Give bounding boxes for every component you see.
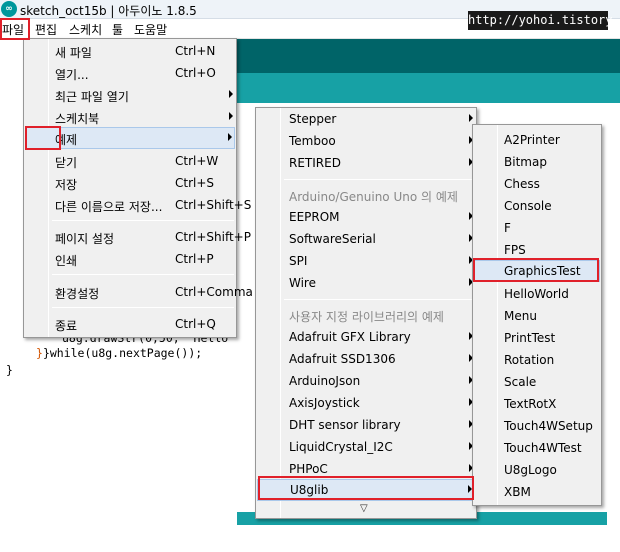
submenu-arrow-icon	[228, 133, 232, 141]
u8glib-item-scale[interactable]: Scale	[474, 371, 600, 393]
menu-item-save-as[interactable]: 다른 이름으로 저장... Ctrl+Shift+S	[25, 194, 251, 216]
arduino-logo-icon: ∞	[1, 1, 17, 17]
menu-item-close[interactable]: 닫기 Ctrl+W	[25, 150, 235, 172]
submenu-arrow-icon	[229, 90, 233, 98]
example-item-retired[interactable]: RETIRED	[257, 152, 475, 174]
window-title: sketch_oct15b | 아두이노 1.8.5	[20, 4, 197, 18]
example-item-temboo[interactable]: Temboo	[257, 130, 475, 152]
example-item-stepper[interactable]: Stepper	[257, 108, 475, 130]
menu-separator	[284, 179, 474, 180]
u8glib-item-xbm[interactable]: XBM	[474, 481, 600, 503]
example-item-dht-sensor[interactable]: DHT sensor library	[257, 414, 475, 436]
menu-separator	[52, 220, 234, 221]
example-item-eeprom[interactable]: EEPROM	[257, 206, 475, 228]
menu-item-open-recent[interactable]: 최근 파일 열기	[25, 84, 235, 106]
u8glib-item-rotation[interactable]: Rotation	[474, 349, 600, 371]
submenu-arrow-icon	[229, 112, 233, 120]
code-line-3: }	[6, 363, 13, 377]
menu-help[interactable]: 도움말	[134, 21, 167, 38]
toolbar-background	[237, 39, 620, 73]
u8glib-item-graphicstest[interactable]: GraphicsTest	[474, 260, 600, 282]
u8glib-item-printtest[interactable]: PrintTest	[474, 327, 600, 349]
menu-sketch[interactable]: 스케치	[69, 21, 102, 38]
example-item-wire[interactable]: Wire	[257, 272, 475, 294]
menu-item-sketchbook[interactable]: 스케치북	[25, 106, 235, 128]
u8glib-item-console[interactable]: Console	[474, 195, 600, 217]
watermark-url: http://yohoi.tistory.com	[468, 11, 620, 30]
u8glib-item-f[interactable]: F	[474, 217, 600, 239]
menu-item-quit[interactable]: 종료 Ctrl+Q	[25, 313, 235, 335]
u8glib-item-touch4wtest[interactable]: Touch4WTest	[474, 437, 600, 459]
menu-file[interactable]: 파일	[2, 21, 24, 38]
u8glib-item-a2printer[interactable]: A2Printer	[474, 129, 600, 151]
tab-bar-background	[237, 73, 620, 103]
u8glib-menu: A2Printer Bitmap Chess Console F FPS Gra…	[472, 124, 602, 506]
example-item-adafruit-ssd1306[interactable]: Adafruit SSD1306	[257, 348, 475, 370]
u8glib-item-textrotx[interactable]: TextRotX	[474, 393, 600, 415]
menu-item-save[interactable]: 저장 Ctrl+S	[25, 172, 235, 194]
u8glib-item-fps[interactable]: FPS	[474, 239, 600, 261]
menu-separator	[52, 274, 234, 275]
u8glib-item-menu[interactable]: Menu	[474, 305, 600, 327]
example-item-axisjoystick[interactable]: AxisJoystick	[257, 392, 475, 414]
section-board-examples: Arduino/Genuino Uno 의 예제	[289, 190, 458, 204]
menu-item-open[interactable]: 열기... Ctrl+O	[25, 62, 235, 84]
section-custom-libraries: 사용자 지정 라이브러리의 예제	[289, 310, 444, 324]
menu-item-preferences[interactable]: 환경설정 Ctrl+Comma	[25, 281, 253, 303]
menu-item-page-setup[interactable]: 페이지 설정 Ctrl+Shift+P	[25, 226, 251, 248]
u8glib-item-chess[interactable]: Chess	[474, 173, 600, 195]
u8glib-item-bitmap[interactable]: Bitmap	[474, 151, 600, 173]
menu-tools[interactable]: 툴	[112, 21, 123, 38]
menu-separator	[284, 299, 474, 300]
example-item-adafruit-gfx[interactable]: Adafruit GFX Library	[257, 326, 475, 348]
examples-menu: Stepper Temboo RETIRED Arduino/Genuino U…	[255, 107, 477, 519]
example-item-spi[interactable]: SPI	[257, 250, 475, 272]
u8glib-item-helloworld[interactable]: HelloWorld	[474, 283, 600, 305]
u8glib-item-touch4wsetup[interactable]: Touch4WSetup	[474, 415, 600, 437]
code-line-2: }}while(u8g.nextPage());	[36, 346, 203, 360]
menu-separator	[52, 307, 234, 308]
example-item-u8glib[interactable]: U8glib	[257, 479, 475, 501]
example-item-arduinojson[interactable]: ArduinoJson	[257, 370, 475, 392]
submenu-arrow-icon	[469, 114, 473, 122]
file-menu: 새 파일 Ctrl+N 열기... Ctrl+O 최근 파일 열기 스케치북 예…	[23, 38, 253, 338]
menu-edit[interactable]: 편집	[35, 21, 57, 38]
menu-item-new[interactable]: 새 파일 Ctrl+N	[25, 40, 235, 62]
menu-item-print[interactable]: 인쇄 Ctrl+P	[25, 248, 235, 270]
scroll-down-icon[interactable]: ▽	[360, 503, 368, 514]
example-item-phpoc[interactable]: PHPoC	[257, 458, 475, 480]
menu-item-examples[interactable]: 예제	[25, 127, 235, 149]
example-item-liquidcrystal-i2c[interactable]: LiquidCrystal_I2C	[257, 436, 475, 458]
u8glib-item-u8glogo[interactable]: U8gLogo	[474, 459, 600, 481]
example-item-softwareserial[interactable]: SoftwareSerial	[257, 228, 475, 250]
